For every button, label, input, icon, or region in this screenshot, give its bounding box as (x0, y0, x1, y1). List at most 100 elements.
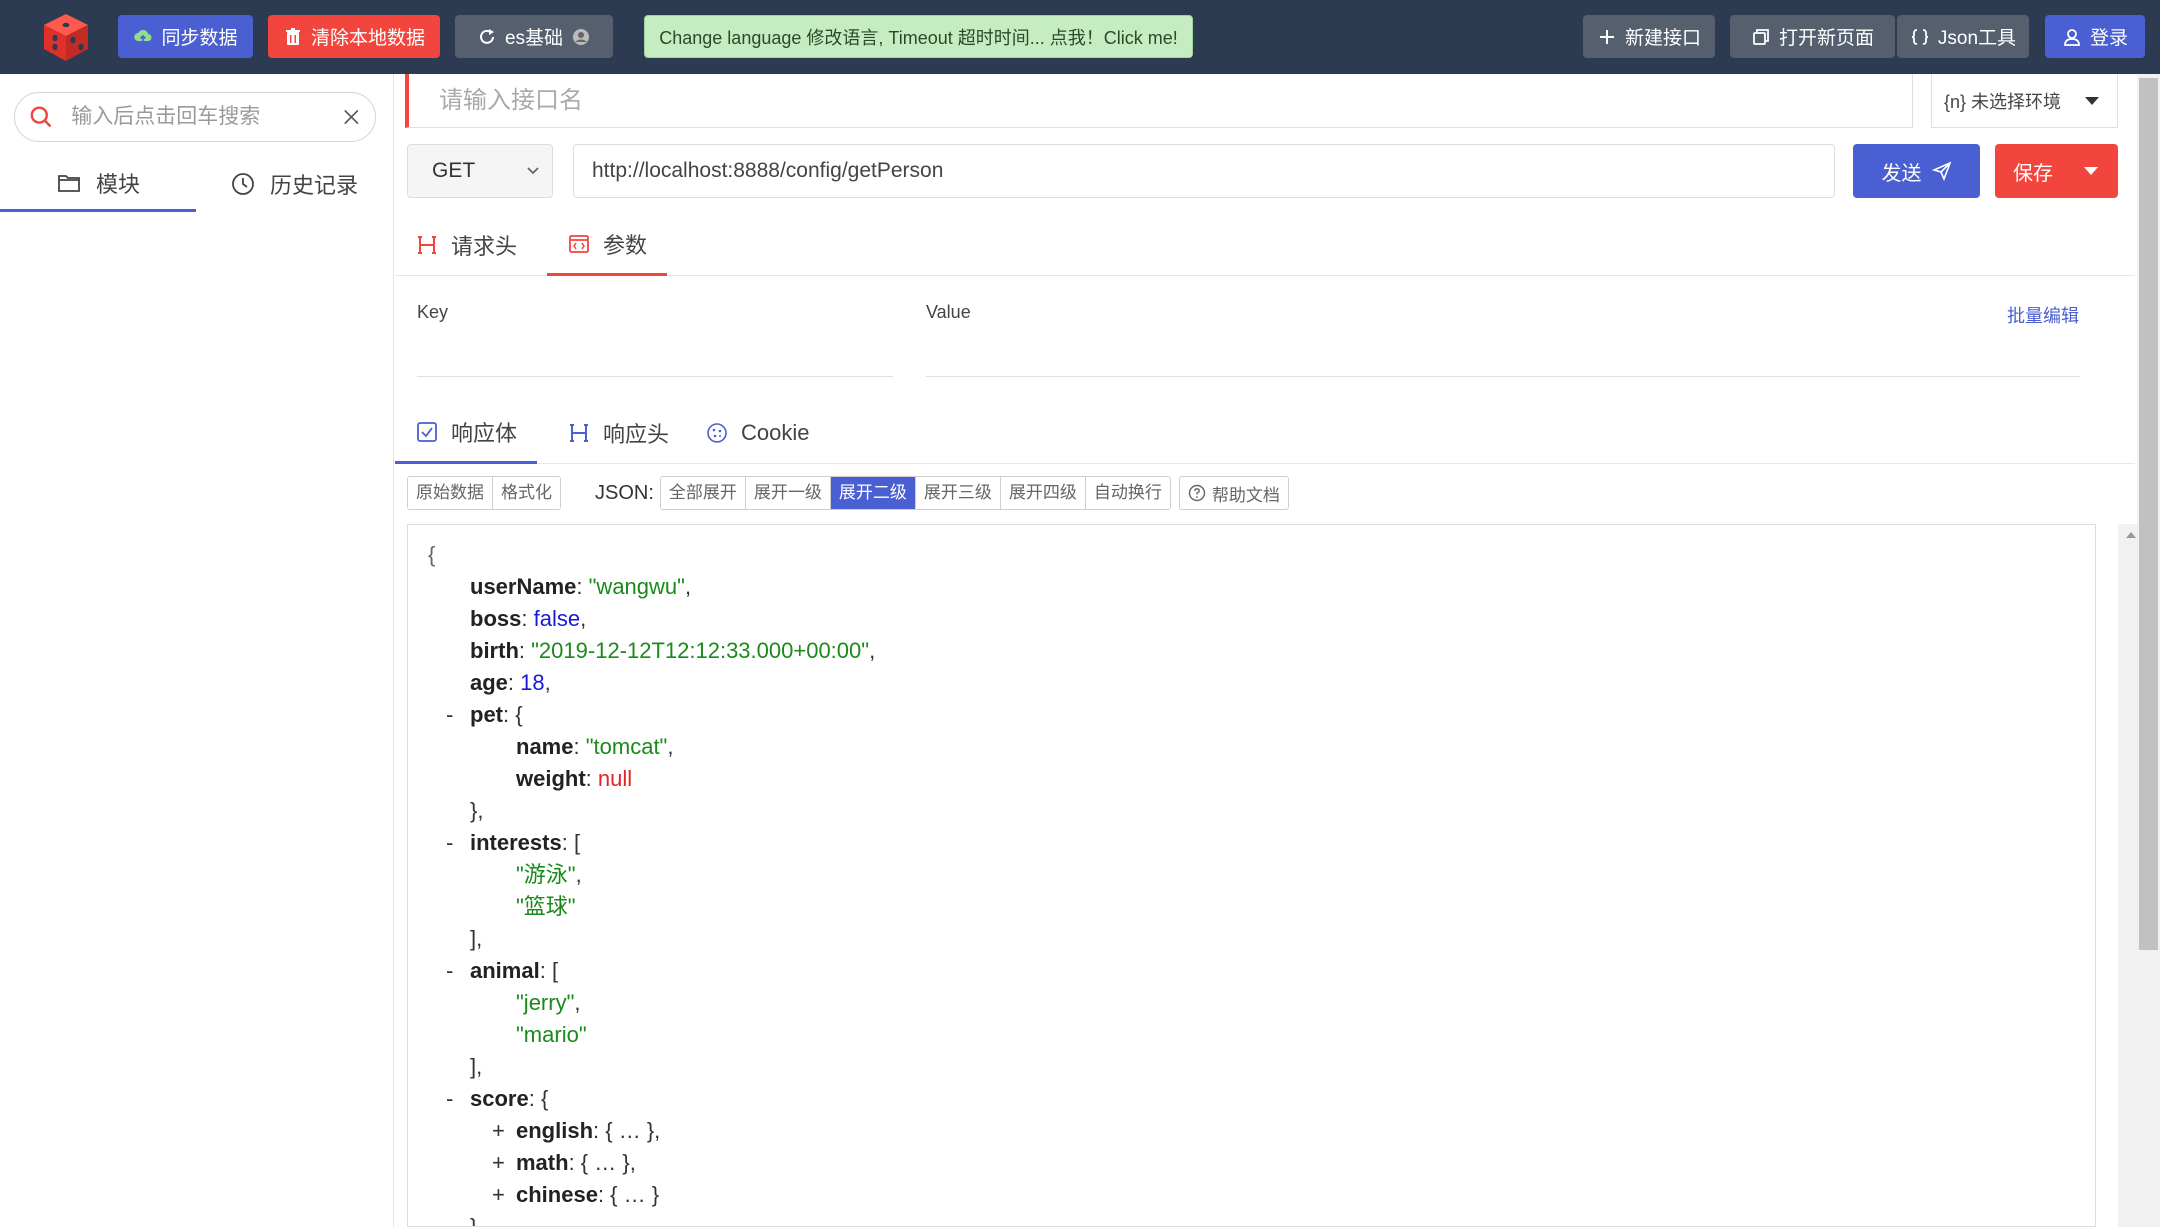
api-name-input[interactable] (409, 74, 1912, 127)
collapse-toggle[interactable]: - (446, 699, 453, 731)
sidebar-tab-modules[interactable]: 模块 (0, 156, 196, 212)
json-response-viewer: { userName: "wangwu", boss: false, birth: "… (407, 524, 2096, 1227)
collapse-toggle[interactable]: - (446, 1083, 453, 1115)
response-toolbar: 原始数据 格式化 JSON: 全部展开 展开一级 展开二级 展开三级 展开四级 … (407, 476, 1289, 510)
json-value: 18 (520, 670, 545, 695)
json-line: - pet: { (408, 699, 2095, 731)
json-value: ], (470, 1054, 483, 1079)
format-button[interactable]: 格式化 (493, 477, 560, 509)
login-button[interactable]: 登录 (2045, 15, 2145, 58)
json-colon: : (521, 606, 534, 631)
json-value: } (470, 1214, 478, 1227)
scroll-up-arrow-icon[interactable] (2126, 532, 2136, 538)
params-value-header: Value (926, 302, 971, 322)
sidebar-tab-history[interactable]: 历史记录 (196, 156, 392, 212)
json-colon: : (576, 574, 589, 599)
expand-level-4-button[interactable]: 展开四级 (1000, 477, 1086, 509)
expand-toggle[interactable]: + (492, 1115, 505, 1147)
clear-local-data-label: 清除本地数据 (310, 28, 425, 49)
tab-params[interactable]: 参数 (547, 214, 668, 276)
page-scrollbar-thumb[interactable] (2139, 78, 2158, 950)
json-line: - score: { (408, 1083, 2095, 1115)
json-value[interactable]: { … } (605, 1118, 654, 1143)
collapse-toggle[interactable]: - (446, 955, 453, 987)
expand-level-3-button[interactable]: 展开三级 (915, 477, 1001, 509)
expand-level-1-button[interactable]: 展开一级 (745, 477, 831, 509)
json-separator: , (580, 606, 587, 631)
raw-data-button[interactable]: 原始数据 (408, 477, 493, 509)
folder-icon (58, 174, 80, 192)
module-search-input[interactable] (71, 105, 343, 129)
json-line: "篮球" (408, 891, 2095, 923)
send-button[interactable]: 发送 (1853, 144, 1980, 198)
change-language-banner[interactable]: Change language 修改语言, Timeout 超时时间... 点我… (644, 15, 1193, 58)
tab-response-headers[interactable]: 响应头 (547, 402, 689, 464)
cookie-icon (707, 423, 727, 443)
environment-select[interactable]: {n} 未选择环境 (1931, 74, 2118, 128)
json-colon: : (507, 670, 521, 695)
expand-level-2-button[interactable]: 展开二级 (830, 477, 916, 509)
url-input[interactable]: http://localhost:8888/config/getPerson (573, 144, 1835, 198)
refresh-icon (480, 28, 494, 44)
json-value: { (428, 542, 436, 567)
chevron-down-icon (2085, 96, 2099, 105)
login-label: 登录 (2089, 28, 2128, 49)
open-new-page-button[interactable]: 打开新页面 (1730, 15, 1895, 58)
json-key: math (516, 1150, 569, 1175)
save-button[interactable]: 保存 (1995, 144, 2118, 198)
bulk-edit-link[interactable]: 批量编辑 (2007, 302, 2079, 328)
json-line: } (408, 1211, 2095, 1227)
json-key: weight (516, 766, 586, 791)
json-line: - interests: [ (408, 827, 2095, 859)
json-line-content: pet: { (470, 699, 523, 731)
sidebar-tabs: 模块 历史记录 (0, 156, 394, 212)
param-key-field[interactable] (417, 376, 893, 377)
collapse-toggle[interactable]: - (446, 827, 453, 859)
auto-wrap-button[interactable]: 自动换行 (1085, 477, 1170, 509)
param-value-field[interactable] (926, 376, 2080, 377)
expand-toggle[interactable]: + (492, 1179, 505, 1211)
json-separator: , (629, 1150, 636, 1175)
json-line-content: userName: "wangwu", (470, 571, 691, 603)
json-line: - animal: [ (408, 955, 2095, 987)
environment-button[interactable]: es基础 (455, 15, 613, 58)
page-scrollbar[interactable] (2137, 74, 2160, 1227)
json-line-content: name: "tomcat", (516, 731, 673, 763)
json-tool-button[interactable]: Json工具 (1897, 15, 2029, 58)
checkbox-icon (417, 421, 437, 442)
json-key: name (516, 734, 574, 759)
json-value[interactable]: { … } (610, 1182, 659, 1207)
expand-toggle[interactable]: + (492, 1147, 505, 1179)
help-doc-label: 帮助文档 (1211, 485, 1280, 505)
json-value: "2019-12-12T12:12:33.000+00:00" (531, 638, 870, 663)
module-search-box (14, 92, 376, 142)
json-line-content: ], (470, 1051, 482, 1083)
json-key: animal (470, 958, 540, 983)
json-key: age (470, 670, 508, 695)
json-line-content: boss: false, (470, 603, 586, 635)
json-value[interactable]: { … } (581, 1150, 630, 1175)
clear-local-data-button[interactable]: 清除本地数据 (268, 15, 440, 58)
sync-data-button[interactable]: 同步数据 (118, 15, 253, 58)
tab-request-headers[interactable]: 请求头 (395, 214, 537, 276)
json-line: }, (408, 795, 2095, 827)
tab-response-body[interactable]: 响应体 (395, 402, 538, 464)
clear-search-icon[interactable] (342, 107, 361, 127)
json-line-content: age: 18, (470, 667, 551, 699)
new-api-button[interactable]: 新建接口 (1583, 15, 1715, 58)
json-line: birth: "2019-12-12T12:12:33.000+00:00", (408, 635, 2095, 667)
json-line: name: "tomcat", (408, 731, 2095, 763)
search-icon (30, 106, 52, 128)
json-line-content: english: { … }, (516, 1115, 660, 1147)
save-dropdown-icon[interactable] (2084, 167, 2098, 175)
json-line: userName: "wangwu", (408, 571, 2095, 603)
json-colon: : (585, 766, 598, 791)
copy-window-icon (1753, 28, 1769, 45)
json-line: + chinese: { … } (408, 1179, 2095, 1211)
help-doc-button[interactable]: 帮助文档 (1178, 476, 1289, 510)
http-method-select[interactable]: GET (407, 144, 553, 198)
json-line-content: weight: null (516, 763, 632, 795)
json-line: ], (408, 923, 2095, 955)
expand-all-button[interactable]: 全部展开 (660, 477, 746, 509)
tab-cookie[interactable]: Cookie (685, 402, 829, 464)
